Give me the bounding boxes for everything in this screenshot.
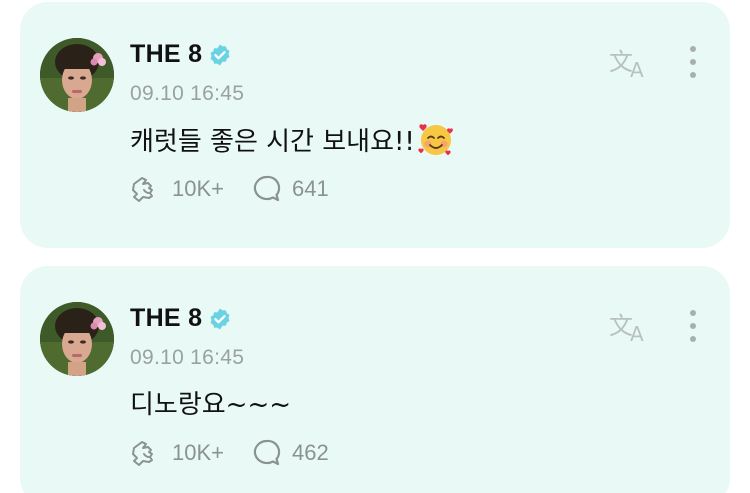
post-text: 캐럿들 좋은 시간 보내요!! [130, 120, 455, 158]
more-vertical-icon[interactable] [682, 306, 704, 350]
like-button[interactable]: 10K+ [130, 438, 224, 468]
svg-text:A: A [630, 322, 644, 344]
comment-bubble-icon [253, 439, 281, 466]
more-vertical-icon[interactable] [682, 42, 704, 86]
comment-count: 462 [292, 440, 329, 465]
post-text: 디노랑요~~~ [130, 384, 291, 421]
avatar[interactable] [40, 302, 114, 376]
post-time: 09.10 16:45 [130, 82, 245, 105]
smiling-face-with-hearts-icon [418, 124, 453, 156]
post-text-body: 캐럿들 좋은 시간 보내요!! [130, 126, 415, 157]
verified-badge-icon [210, 44, 230, 65]
translate-icon[interactable]: 文 A [608, 44, 650, 80]
author-row: THE 8 [130, 304, 232, 333]
author-row: THE 8 [130, 40, 232, 69]
post-text-body: 디노랑요~~~ [130, 390, 292, 420]
like-hand-icon [132, 441, 153, 466]
verified-badge-icon [210, 308, 230, 329]
post-stats: 10K+ 462 [130, 438, 357, 468]
post-stats: 10K+ 641 [130, 174, 357, 204]
post-card[interactable]: THE 8 09.10 16:45 디노랑요~~~ 10K+ 462 文 A [20, 266, 730, 493]
like-hand-icon [132, 177, 153, 202]
post-time: 09.10 16:45 [130, 346, 245, 369]
translate-icon[interactable]: 文 A [608, 308, 650, 344]
like-count: 10K+ [172, 176, 224, 201]
avatar[interactable] [40, 38, 114, 112]
comment-bubble-icon [253, 175, 281, 202]
like-button[interactable]: 10K+ [130, 174, 224, 204]
feed: THE 8 09.10 16:45 캐럿들 좋은 시간 보내요!! 10K+ 6… [0, 0, 750, 493]
comment-count: 641 [292, 176, 329, 201]
comment-button[interactable]: 462 [252, 438, 329, 468]
author-name[interactable]: THE 8 [130, 304, 202, 333]
comment-button[interactable]: 641 [252, 174, 329, 204]
like-count: 10K+ [172, 440, 224, 465]
svg-text:A: A [630, 58, 644, 80]
author-name[interactable]: THE 8 [130, 40, 202, 69]
post-card[interactable]: THE 8 09.10 16:45 캐럿들 좋은 시간 보내요!! 10K+ 6… [20, 2, 730, 248]
